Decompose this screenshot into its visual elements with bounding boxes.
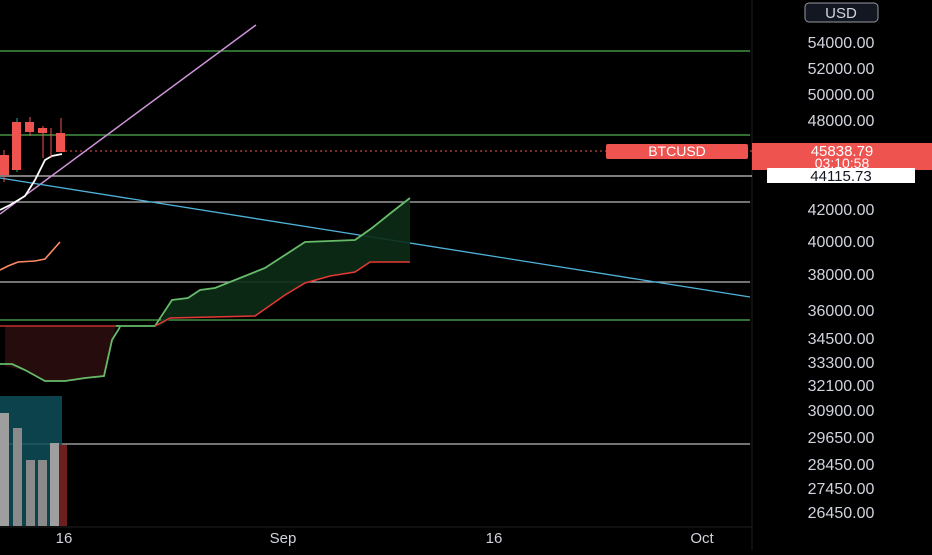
symbol-label: BTCUSD xyxy=(648,143,706,159)
price-axis-label: 52000.00 xyxy=(808,61,875,78)
currency-button[interactable]: USD xyxy=(804,2,879,23)
trend-line-purple[interactable] xyxy=(0,24,257,215)
time-axis-label: 16 xyxy=(486,530,503,547)
candle-body xyxy=(0,155,9,175)
price-axis-label: 38000.00 xyxy=(808,267,875,284)
price-axis-label: 28450.00 xyxy=(808,457,875,474)
price-axis-label: 27450.00 xyxy=(808,481,875,498)
candle-body xyxy=(25,122,34,132)
price-axis-label: 54000.00 xyxy=(808,35,875,52)
volume-bar xyxy=(60,445,67,526)
volume-bar xyxy=(50,443,59,526)
volume-histogram xyxy=(0,396,67,526)
time-axis[interactable]: 16 Sep 16 Oct xyxy=(56,530,715,547)
price-axis-label: 26450.00 xyxy=(808,505,875,522)
volume-bar xyxy=(13,428,22,526)
price-chart[interactable]: 56000.00 54000.00 52000.00 50000.00 4800… xyxy=(0,0,932,550)
price-axis-label: 50000.00 xyxy=(808,87,875,104)
candle-body xyxy=(56,133,65,152)
candle-body xyxy=(12,122,21,170)
price-axis-label: 34500.00 xyxy=(808,331,875,348)
candle-body xyxy=(38,128,47,133)
candlesticks[interactable] xyxy=(0,117,65,182)
price-axis-label: 33300.00 xyxy=(808,355,875,372)
price-axis-label: 30900.00 xyxy=(808,403,875,420)
level-tag-value: 44115.73 xyxy=(810,168,871,185)
time-axis-label: Sep xyxy=(270,530,297,547)
currency-button-label: USD xyxy=(825,5,857,22)
price-axis-label: 32100.00 xyxy=(808,378,875,395)
price-axis[interactable]: 56000.00 54000.00 52000.00 50000.00 4800… xyxy=(808,9,875,522)
chart-root[interactable]: 56000.00 54000.00 52000.00 50000.00 4800… xyxy=(0,0,932,550)
price-axis-label: 40000.00 xyxy=(808,234,875,251)
base-line xyxy=(0,241,61,271)
level-price-tag: 44115.73 xyxy=(767,168,915,185)
price-axis-label: 36000.00 xyxy=(808,303,875,320)
volume-bar xyxy=(0,413,9,526)
volume-bar xyxy=(26,460,35,526)
ichimoku-cloud-red xyxy=(5,326,116,381)
price-axis-label: 42000.00 xyxy=(808,202,875,219)
time-axis-label: Oct xyxy=(690,530,714,547)
price-axis-label: 29650.00 xyxy=(808,430,875,447)
price-axis-label: 48000.00 xyxy=(808,113,875,130)
symbol-price-tag: BTCUSD 45838.79 03:10:58 xyxy=(606,143,932,171)
volume-bar xyxy=(38,460,47,526)
time-axis-label: 16 xyxy=(56,530,73,547)
